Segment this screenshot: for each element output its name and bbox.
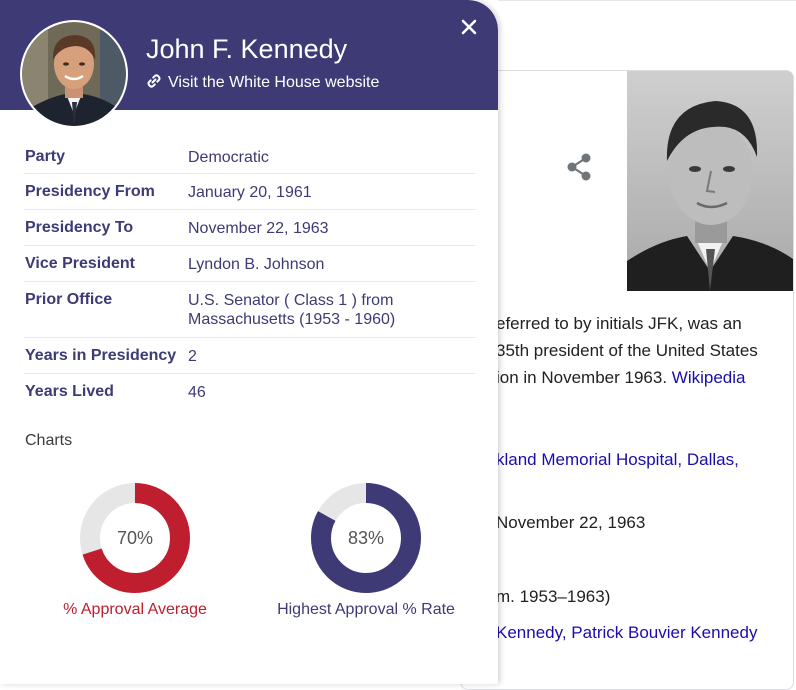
gauge-label: 70% bbox=[117, 528, 153, 548]
close-icon bbox=[461, 19, 477, 35]
death-place-link[interactable]: kland Memorial Hospital, Dallas, bbox=[496, 450, 739, 470]
info-label: Party bbox=[25, 148, 66, 165]
info-label: Prior Office bbox=[25, 291, 113, 308]
info-value: 2 bbox=[188, 348, 197, 365]
info-value: January 20, 1961 bbox=[188, 184, 312, 201]
approval-average-caption: % Approval Average bbox=[63, 601, 207, 618]
info-label: Presidency To bbox=[25, 219, 134, 236]
white-house-link-label: Visit the White House website bbox=[168, 74, 380, 91]
snippet-line-2: 35th president of the United States bbox=[496, 341, 758, 360]
avatar bbox=[20, 20, 128, 128]
info-label: Vice President bbox=[25, 255, 135, 272]
info-label: Years Lived bbox=[25, 383, 114, 400]
info-value: Democratic bbox=[188, 149, 269, 166]
info-row-presidency-to: Presidency To November 22, 1963 bbox=[24, 210, 476, 246]
president-name: John F. Kennedy bbox=[146, 34, 348, 64]
gauge-label: 83% bbox=[348, 528, 384, 548]
info-row-years-lived: Years Lived 46 bbox=[24, 374, 476, 410]
info-value: 46 bbox=[188, 384, 206, 401]
info-label: Presidency From bbox=[25, 183, 155, 200]
info-row-presidency-from: Presidency From January 20, 1961 bbox=[24, 174, 476, 210]
share-icon[interactable] bbox=[566, 152, 594, 182]
divider bbox=[498, 0, 796, 1]
death-date: November 22, 1963 bbox=[496, 513, 646, 532]
white-house-link[interactable]: Visit the White House website bbox=[146, 72, 379, 94]
president-popup: John F. Kennedy Visit the White House we… bbox=[0, 0, 498, 684]
office-term: m. 1953–1963) bbox=[496, 587, 611, 606]
highest-approval-caption: Highest Approval % Rate bbox=[277, 601, 455, 618]
info-row-prior-office: Prior Office U.S. Senator ( Class 1 ) fr… bbox=[24, 282, 476, 338]
snippet-line-1: eferred to by initials JFK, was an bbox=[496, 314, 742, 333]
info-row-years-in-presidency: Years in Presidency 2 bbox=[24, 338, 476, 374]
children-link[interactable]: Kennedy, Patrick Bouvier Kennedy bbox=[496, 623, 757, 643]
info-value: November 22, 1963 bbox=[188, 220, 329, 237]
info-row-vice-president: Vice President Lyndon B. Johnson bbox=[24, 246, 476, 282]
info-value: U.S. Senator ( Class 1 ) from Massachuse… bbox=[188, 292, 396, 328]
charts-heading: Charts bbox=[25, 432, 73, 449]
link-icon bbox=[146, 73, 162, 94]
portrait-photo[interactable] bbox=[627, 71, 793, 291]
info-value: Lyndon B. Johnson bbox=[188, 256, 325, 273]
info-label: Years in Presidency bbox=[25, 347, 177, 364]
info-row-party: Party Democratic bbox=[24, 138, 476, 174]
snippet-line-3: ion in November 1963. Wikipedia bbox=[496, 368, 746, 387]
approval-average-gauge: 70% bbox=[80, 483, 190, 593]
close-button[interactable] bbox=[456, 14, 482, 40]
highest-approval-gauge: 83% bbox=[311, 483, 421, 593]
info-table: Party Democratic Presidency From January… bbox=[24, 138, 476, 410]
wikipedia-link[interactable]: Wikipedia bbox=[672, 368, 746, 387]
